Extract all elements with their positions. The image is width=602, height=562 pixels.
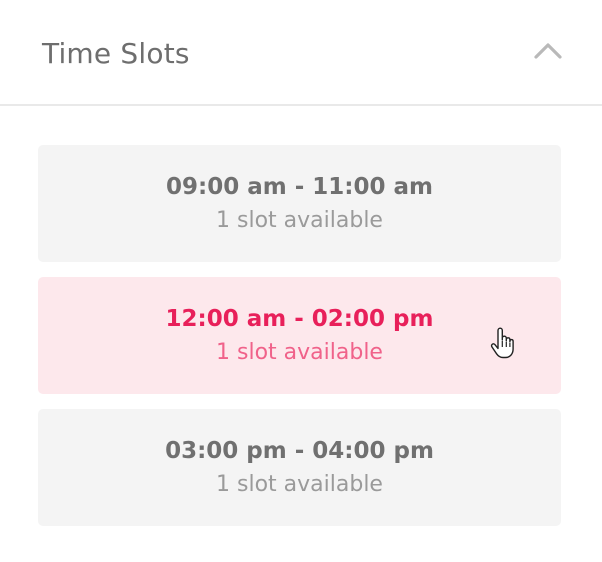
time-slots-title: Time Slots <box>42 37 190 70</box>
slot-availability: 1 slot available <box>216 208 383 233</box>
time-slot-list: 09:00 am - 11:00 am 1 slot available 12:… <box>38 145 561 541</box>
time-slots-header[interactable]: Time Slots <box>0 0 602 106</box>
time-slot-option[interactable]: 09:00 am - 11:00 am 1 slot available <box>38 145 561 262</box>
time-slots-panel: Time Slots 09:00 am - 11:00 am 1 slot av… <box>0 0 602 562</box>
slot-availability: 1 slot available <box>216 340 383 365</box>
slot-availability: 1 slot available <box>216 472 383 497</box>
slot-time-range: 03:00 pm - 04:00 pm <box>165 438 434 464</box>
hand-pointer-icon <box>490 327 514 359</box>
chevron-up-icon[interactable] <box>533 40 563 60</box>
time-slot-option-selected[interactable]: 12:00 am - 02:00 pm 1 slot available <box>38 277 561 394</box>
time-slot-option[interactable]: 03:00 pm - 04:00 pm 1 slot available <box>38 409 561 526</box>
slot-time-range: 12:00 am - 02:00 pm <box>165 306 434 332</box>
slot-time-range: 09:00 am - 11:00 am <box>166 174 433 200</box>
